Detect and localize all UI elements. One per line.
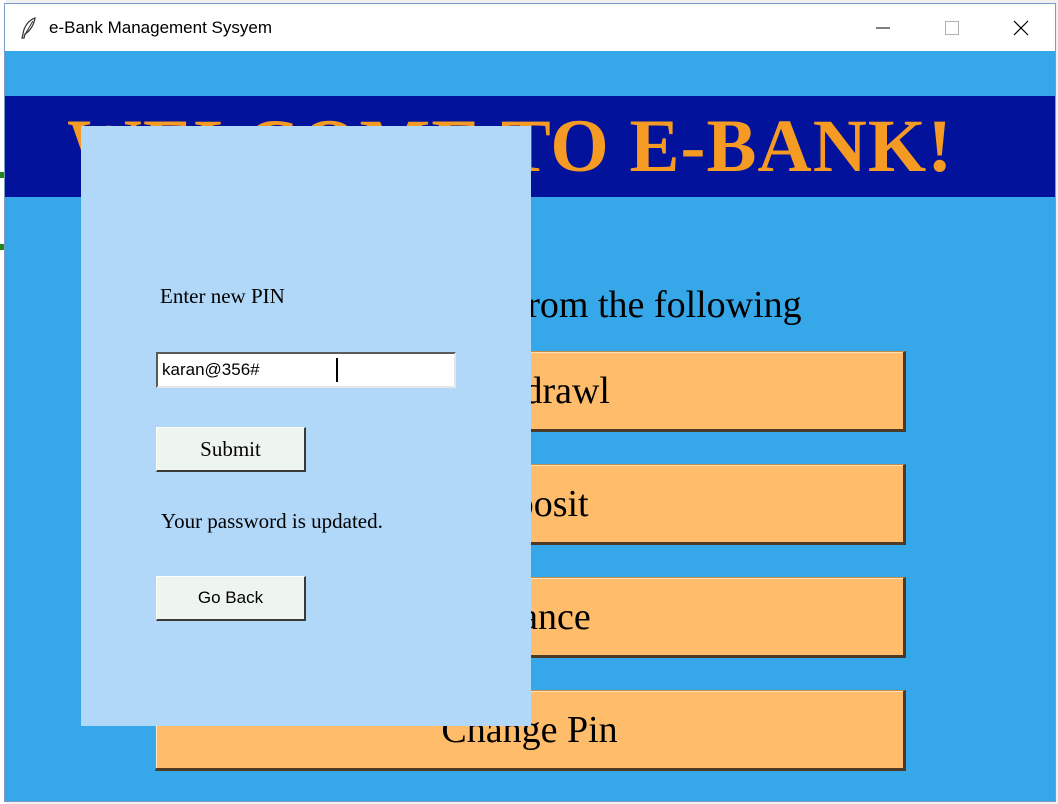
close-button[interactable]	[986, 4, 1055, 51]
submit-button[interactable]: Submit	[156, 427, 306, 472]
window-title: e-Bank Management Sysyem	[49, 17, 272, 37]
status-message: Your password is updated.	[161, 509, 383, 533]
title-bar[interactable]: e-Bank Management Sysyem	[5, 4, 1055, 51]
text-cursor	[336, 358, 338, 382]
feather-icon	[18, 16, 40, 39]
app-window: e-Bank Management Sysyem WELCOME TO E-BA…	[4, 3, 1056, 802]
new-pin-label: Enter new PIN	[160, 284, 285, 308]
minimize-button[interactable]	[848, 4, 917, 51]
change-pin-panel: Enter new PIN Submit Your password is up…	[81, 126, 531, 726]
close-icon	[1013, 20, 1028, 35]
main-area: WELCOME TO E-BANK! Select an option from…	[5, 51, 1055, 801]
minimize-icon	[875, 27, 890, 28]
maximize-button[interactable]	[917, 4, 986, 51]
window-controls	[848, 4, 1055, 51]
maximize-icon	[944, 20, 959, 35]
new-pin-input[interactable]	[156, 352, 456, 388]
go-back-button[interactable]: Go Back	[156, 576, 306, 621]
